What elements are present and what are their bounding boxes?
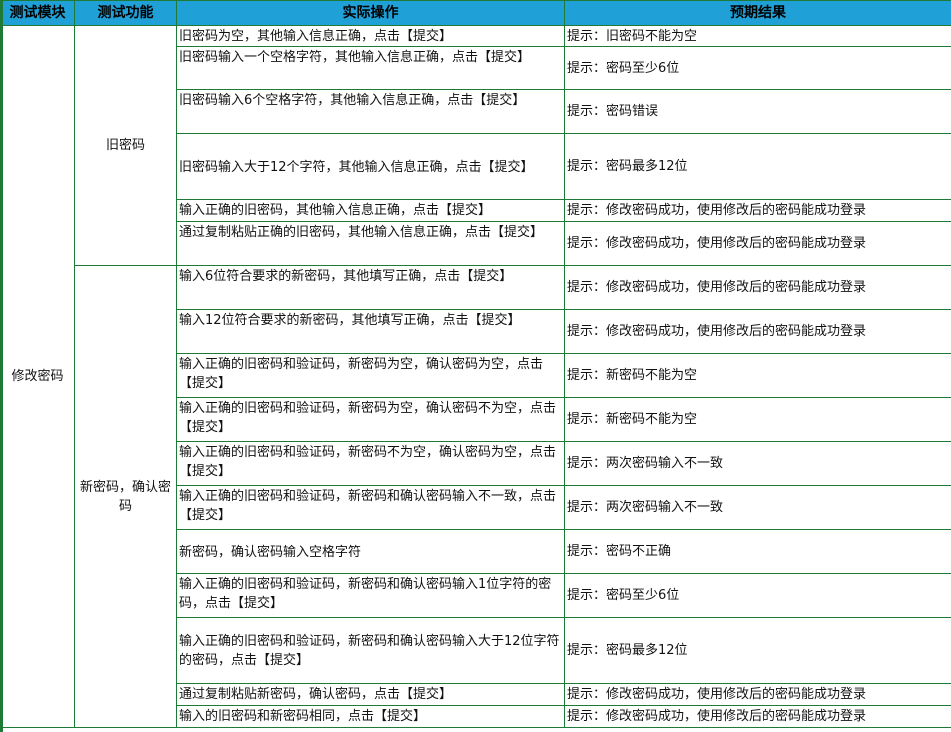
result-cell: 提示：修改密码成功，使用修改后的密码能成功登录 — [564, 265, 951, 310]
test-case-table: 测试模块 测试功能 实际操作 预期结果 修改密码 旧密码 旧密码为空，其他输入信… — [0, 0, 951, 728]
result-cell: 提示：密码不正确 — [564, 529, 951, 574]
result-cell: 提示：密码错误 — [564, 89, 951, 134]
action-cell: 输入正确的旧密码和验证码，新密码为空，确认密码不为空，点击【提交】 — [176, 397, 565, 442]
action-cell: 输入的旧密码和新密码相同，点击【提交】 — [176, 705, 565, 728]
action-cell: 输入正确的旧密码和验证码，新密码和确认密码输入1位字符的密码，点击【提交】 — [176, 573, 565, 618]
result-cell: 提示：修改密码成功，使用修改后的密码能成功登录 — [564, 683, 951, 706]
result-cell: 提示：新密码不能为空 — [564, 353, 951, 398]
action-cell: 输入正确的旧密码和验证码，新密码和确认密码输入大于12位字符的密码，点击【提交】 — [176, 617, 565, 684]
result-cell: 提示：修改密码成功，使用修改后的密码能成功登录 — [564, 199, 951, 222]
sheet-left-border — [0, 0, 3, 732]
result-cell: 提示：密码最多12位 — [564, 133, 951, 200]
test-case-sheet: 测试模块 测试功能 实际操作 预期结果 修改密码 旧密码 旧密码为空，其他输入信… — [0, 0, 951, 732]
header-action: 实际操作 — [176, 0, 565, 26]
table-row: 修改密码 旧密码 旧密码为空，其他输入信息正确，点击【提交】 提示：旧密码不能为… — [0, 25, 951, 728]
action-cell: 输入正确的旧密码和验证码，新密码为空，确认密码为空，点击【提交】 — [176, 353, 565, 398]
action-cell: 旧密码输入一个空格字符，其他输入信息正确，点击【提交】 — [176, 46, 565, 90]
action-cell: 通过复制粘贴新密码，确认密码，点击【提交】 — [176, 683, 565, 706]
action-cell: 输入正确的旧密码和验证码，新密码和确认密码输入不一致，点击【提交】 — [176, 485, 565, 530]
module-cell: 修改密码 — [0, 25, 75, 728]
result-cell: 提示：修改密码成功，使用修改后的密码能成功登录 — [564, 309, 951, 354]
result-cell: 提示：新密码不能为空 — [564, 397, 951, 442]
header-function: 测试功能 — [74, 0, 177, 26]
action-cell: 输入正确的旧密码，其他输入信息正确，点击【提交】 — [176, 199, 565, 222]
action-cell: 输入6位符合要求的新密码，其他填写正确，点击【提交】 — [176, 265, 565, 310]
result-cell: 提示：修改密码成功，使用修改后的密码能成功登录 — [564, 221, 951, 266]
function-cell-new-password: 新密码，确认密码 — [74, 265, 177, 728]
table-row: 新密码，确认密码 输入6位符合要求的新密码，其他填写正确，点击【提交】 提示：修… — [1, 265, 951, 728]
result-cell: 提示：密码至少6位 — [564, 46, 951, 90]
action-cell: 新密码，确认密码输入空格字符 — [176, 529, 565, 574]
action-cell: 输入12位符合要求的新密码，其他填写正确，点击【提交】 — [176, 309, 565, 354]
result-cell: 提示：密码至少6位 — [564, 573, 951, 618]
result-cell: 提示：旧密码不能为空 — [564, 25, 951, 47]
action-cell: 旧密码输入6个空格字符，其他输入信息正确，点击【提交】 — [176, 89, 565, 134]
action-cell: 旧密码为空，其他输入信息正确，点击【提交】 — [176, 25, 565, 47]
action-cell: 通过复制粘贴正确的旧密码，其他输入信息正确，点击【提交】 — [176, 221, 565, 266]
action-cell: 旧密码输入大于12个字符，其他输入信息正确，点击【提交】 — [176, 133, 565, 200]
header-module: 测试模块 — [0, 0, 75, 26]
action-cell: 输入正确的旧密码和验证码，新密码不为空，确认密码为空，点击【提交】 — [176, 441, 565, 486]
result-cell: 提示：两次密码输入不一致 — [564, 441, 951, 486]
result-cell: 提示：密码最多12位 — [564, 617, 951, 684]
header-row: 测试模块 测试功能 实际操作 预期结果 — [0, 0, 951, 26]
result-cell: 提示：修改密码成功，使用修改后的密码能成功登录 — [564, 705, 951, 728]
result-cell: 提示：两次密码输入不一致 — [564, 485, 951, 530]
function-cell-old-password: 旧密码 — [74, 25, 177, 266]
header-result: 预期结果 — [564, 0, 951, 26]
